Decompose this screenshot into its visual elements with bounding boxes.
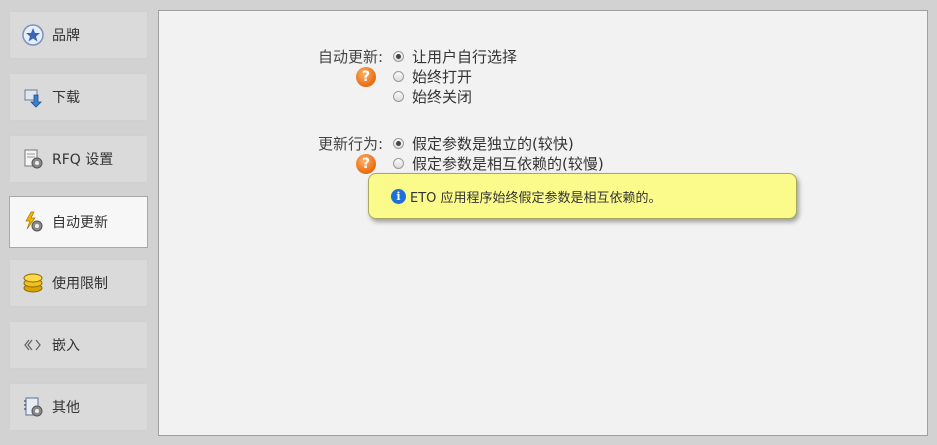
option-label: 始终打开 — [412, 68, 473, 86]
help-icon[interactable]: ? — [356, 154, 376, 174]
auto-update-option-always-off[interactable]: 始终关闭 — [393, 86, 472, 107]
radio-button[interactable] — [393, 91, 404, 102]
sidebar-item-label: 自动更新 — [52, 215, 108, 231]
update-behavior-option-independent[interactable]: 假定参数是独立的(较快) — [393, 133, 574, 154]
sidebar-item-rfq-settings[interactable]: RFQ 设置 — [9, 135, 148, 183]
coins-icon — [22, 272, 44, 294]
notebook-gear-icon — [22, 396, 44, 418]
radio-button[interactable] — [393, 158, 404, 169]
auto-update-icon — [22, 211, 44, 233]
star-badge-icon — [22, 24, 44, 46]
sidebar-item-label: RFQ 设置 — [52, 152, 114, 168]
option-label: 让用户自行选择 — [412, 48, 518, 66]
info-tooltip: i ETO 应用程序始终假定参数是相互依赖的。 — [368, 173, 797, 219]
sidebar-item-embed[interactable]: 嵌入 — [9, 321, 148, 369]
sidebar-item-auto-update[interactable]: 自动更新 — [9, 196, 148, 248]
sidebar-item-label: 嵌入 — [52, 338, 80, 354]
help-icon[interactable]: ? — [356, 67, 376, 87]
sidebar-item-label: 下载 — [52, 90, 80, 106]
sidebar-item-usage-limits[interactable]: 使用限制 — [9, 259, 148, 307]
update-behavior-label: 更新行为: — [317, 135, 383, 153]
sidebar-item-other[interactable]: 其他 — [9, 383, 148, 431]
download-icon — [22, 86, 44, 108]
info-icon: i — [391, 188, 406, 204]
sidebar-item-download[interactable]: 下载 — [9, 73, 148, 121]
tooltip-text: ETO 应用程序始终假定参数是相互依赖的。 — [410, 190, 662, 206]
sidebar-item-label: 品牌 — [52, 28, 80, 44]
option-label: 始终关闭 — [412, 88, 473, 106]
radio-button[interactable] — [393, 51, 404, 62]
auto-update-label: 自动更新: — [317, 48, 383, 66]
auto-update-option-user-choice[interactable]: 让用户自行选择 — [393, 46, 517, 67]
rfq-settings-icon — [22, 148, 44, 170]
sidebar-item-brand[interactable]: 品牌 — [9, 11, 148, 59]
radio-button[interactable] — [393, 138, 404, 149]
update-behavior-option-interdependent[interactable]: 假定参数是相互依赖的(较慢) — [393, 153, 604, 174]
settings-panel: 自动更新: ? 让用户自行选择 始终打开 始终关闭 更新行为: ? 假定参数是独… — [158, 10, 928, 436]
option-label: 假定参数是相互依赖的(较慢) — [412, 155, 604, 173]
sidebar: 品牌 下载 RFQ 设置 自动更新 使用限制 嵌入 其他 — [0, 0, 158, 445]
auto-update-option-always-on[interactable]: 始终打开 — [393, 66, 472, 87]
sidebar-item-label: 使用限制 — [52, 276, 108, 292]
radio-button[interactable] — [393, 71, 404, 82]
sidebar-item-label: 其他 — [52, 400, 80, 416]
embed-code-icon — [22, 334, 44, 356]
option-label: 假定参数是独立的(较快) — [412, 135, 574, 153]
